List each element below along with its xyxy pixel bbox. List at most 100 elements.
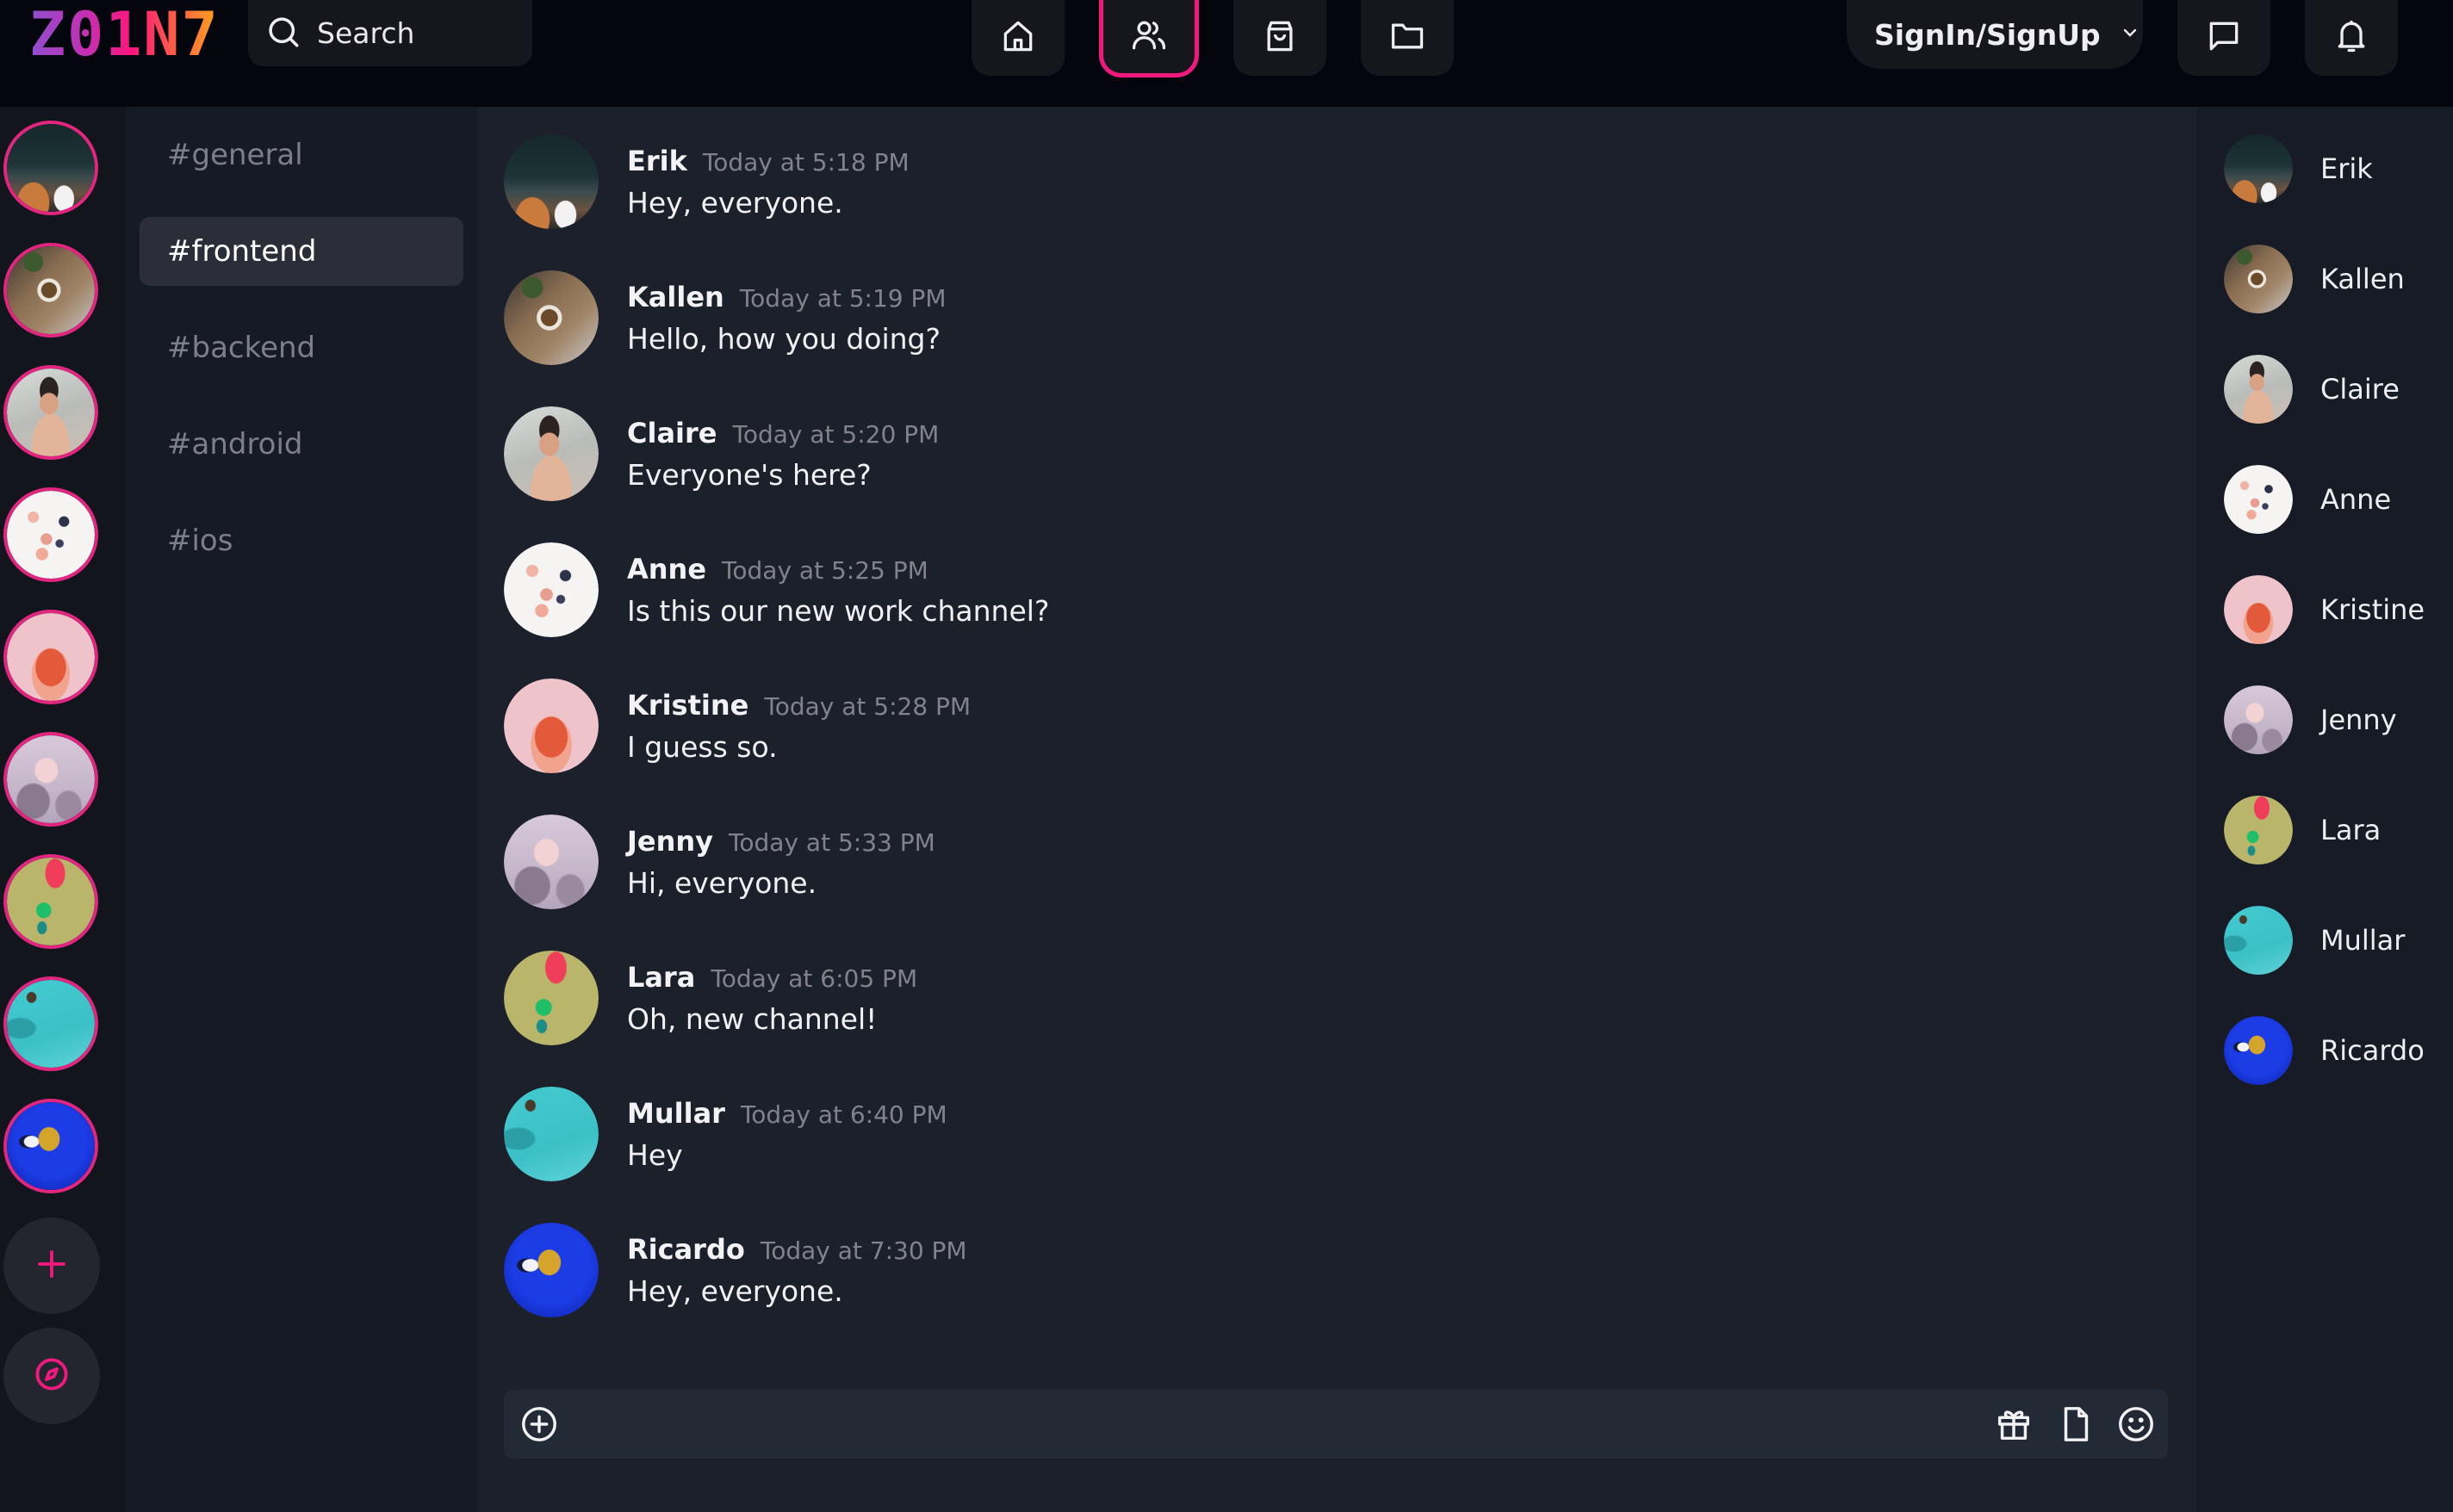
member-avatar [2224,906,2293,975]
member-name: Claire [2320,373,2400,406]
server-avatar [7,735,95,823]
nav-files-button[interactable] [1361,0,1454,76]
server-avatar [7,124,95,212]
server-item[interactable] [3,243,98,338]
server-avatar [7,980,95,1068]
users-icon [1130,16,1168,58]
member-item[interactable]: Lara [2224,796,2448,864]
server-item[interactable] [3,365,98,460]
member-avatar [2224,796,2293,864]
server-avatar [7,491,95,579]
message-item: Ricardo Today at 7:30 PM Hey, everyone. [504,1223,2054,1317]
member-avatar [2224,355,2293,424]
server-avatar [7,858,95,945]
author-avatar[interactable] [504,134,599,229]
message-text: Oh, new channel! [627,1002,878,1036]
channel-android[interactable]: #android [140,410,463,479]
message-author[interactable]: Kristine [627,689,748,722]
member-name: Anne [2320,483,2392,516]
message-text: Everyone's here? [627,458,872,492]
member-item[interactable]: Ricardo [2224,1016,2448,1085]
message-author[interactable]: Ricardo [627,1233,745,1266]
author-avatar[interactable] [504,951,599,1045]
message-text: Hey, everyone. [627,186,843,220]
member-name: Erik [2320,152,2373,185]
server-item[interactable] [3,610,98,704]
server-item[interactable] [3,854,98,949]
author-avatar[interactable] [504,679,599,773]
signin-signup-dropdown[interactable]: SignIn/SignUp [1847,0,2143,69]
message-timestamp: Today at 5:20 PM [732,420,940,449]
server-avatar [7,246,95,334]
message-input[interactable] [580,1390,1958,1459]
smiley-icon[interactable] [2116,1404,2156,1444]
gift-icon[interactable] [1994,1404,2034,1444]
member-name: Kristine [2320,593,2425,626]
author-avatar[interactable] [504,406,599,501]
channel-ios[interactable]: #ios [140,506,463,575]
member-name: Jenny [2320,703,2397,736]
author-avatar[interactable] [504,1087,599,1181]
bell-icon [2332,17,2370,59]
member-item[interactable]: Claire [2224,355,2448,424]
member-item[interactable]: Anne [2224,465,2448,534]
shopping-bag-icon [1261,17,1299,59]
app-logo[interactable]: Z01N7 [29,2,220,67]
top-bar: Z01N7 Search SignIn/SignUp [0,0,2453,107]
search-button[interactable]: Search [248,0,532,66]
plus-circle-icon[interactable] [519,1404,559,1444]
server-item[interactable] [3,487,98,582]
chevron-down-icon [2101,22,2140,46]
member-list: Erik Kallen Claire Anne Kristine Jenny L… [2196,107,2453,1512]
message-timestamp: Today at 5:19 PM [739,284,947,313]
messages-button[interactable] [2177,0,2270,76]
message-timestamp: Today at 6:40 PM [740,1100,947,1129]
channel-frontend[interactable]: #frontend [140,217,463,286]
channel-general[interactable]: #general [140,121,463,189]
message-timestamp: Today at 6:05 PM [711,964,918,993]
member-item[interactable]: Erik [2224,134,2448,203]
server-item[interactable] [3,1099,98,1193]
member-item[interactable]: Kristine [2224,575,2448,644]
message-item: Kristine Today at 5:28 PM I guess so. [504,679,2054,773]
message-text: Hello, how you doing? [627,322,941,356]
member-avatar [2224,685,2293,754]
message-author[interactable]: Jenny [627,825,713,858]
message-text: Hi, everyone. [627,866,817,900]
message-author[interactable]: Anne [627,553,706,586]
chat-bubble-icon [2205,17,2243,59]
explore-servers-button[interactable] [3,1328,100,1424]
message-timestamp: Today at 5:25 PM [722,556,928,585]
server-avatar [7,1102,95,1190]
nav-home-button[interactable] [972,0,1065,76]
server-item[interactable] [3,121,98,215]
member-item[interactable]: Jenny [2224,685,2448,754]
file-icon[interactable] [2056,1404,2096,1444]
member-item[interactable]: Kallen [2224,245,2448,313]
author-avatar[interactable] [504,815,599,909]
message-item: Lara Today at 6:05 PM Oh, new channel! [504,951,2054,1045]
channel-list: #general #frontend #backend #android #io… [125,107,477,1512]
message-author[interactable]: Claire [627,417,717,449]
add-server-button[interactable] [3,1218,100,1314]
nav-shop-button[interactable] [1233,0,1326,76]
message-item: Anne Today at 5:25 PM Is this our new wor… [504,542,2054,637]
server-item[interactable] [3,976,98,1071]
message-author[interactable]: Mullar [627,1097,725,1130]
message-author[interactable]: Lara [627,961,695,994]
message-author[interactable]: Erik [627,145,687,177]
nav-friends-button[interactable] [1099,0,1199,77]
member-name: Lara [2320,814,2382,846]
compass-icon [34,1356,70,1396]
message-author[interactable]: Kallen [627,281,724,313]
server-item[interactable] [3,732,98,827]
member-item[interactable]: Mullar [2224,906,2448,975]
author-avatar[interactable] [504,270,599,365]
message-item: Kallen Today at 5:19 PM Hello, how you do… [504,270,2054,365]
notifications-button[interactable] [2305,0,2398,76]
message-composer [504,1390,2168,1459]
author-avatar[interactable] [504,542,599,637]
author-avatar[interactable] [504,1223,599,1317]
message-item: Claire Today at 5:20 PM Everyone's here? [504,406,2054,501]
channel-backend[interactable]: #backend [140,313,463,382]
